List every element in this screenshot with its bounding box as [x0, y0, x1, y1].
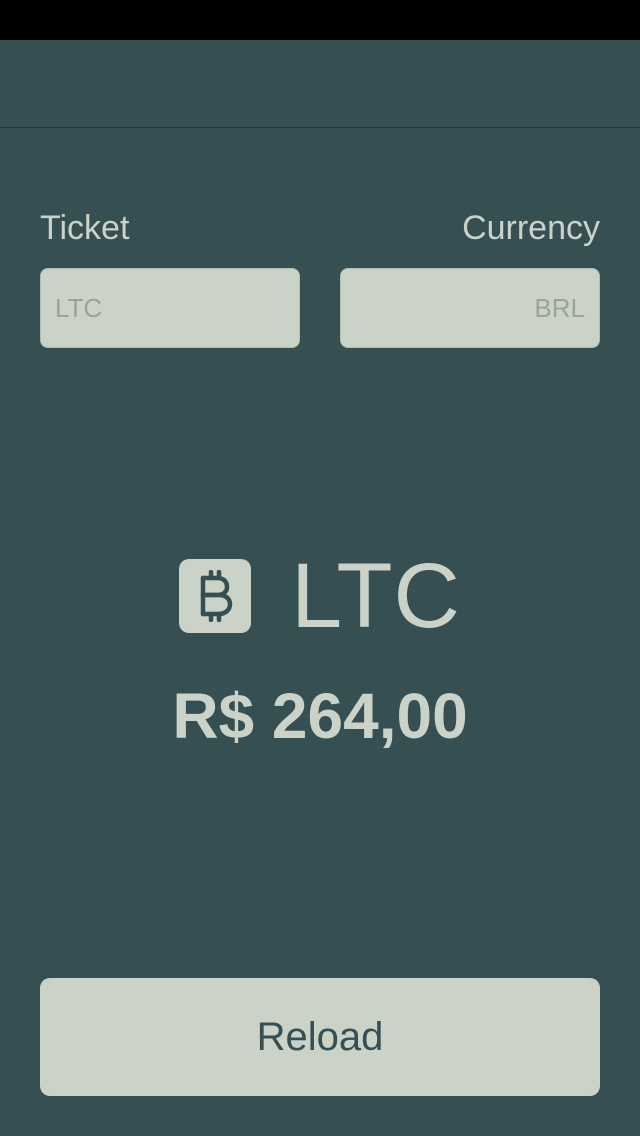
coin-header: LTC — [0, 548, 640, 644]
ticket-input[interactable]: LTC — [40, 268, 300, 348]
price-value: R$ 264,00 — [172, 680, 468, 752]
currency-label: Currency — [462, 209, 600, 247]
coin-symbol: LTC — [291, 545, 461, 647]
ticket-label: Ticket — [40, 209, 130, 247]
currency-input-placeholder: BRL — [534, 292, 585, 323]
bitcoin-icon — [179, 559, 251, 633]
navigation-bar — [0, 40, 640, 128]
reload-button[interactable]: Reload — [40, 978, 600, 1096]
ticket-input-placeholder: LTC — [55, 292, 103, 323]
status-bar — [0, 0, 640, 40]
app-screen: Ticket Currency LTC BRL LTC R$ 264,00 Re… — [0, 0, 640, 1136]
currency-input[interactable]: BRL — [340, 268, 600, 348]
bitcoin-icon-glyph — [200, 570, 233, 622]
